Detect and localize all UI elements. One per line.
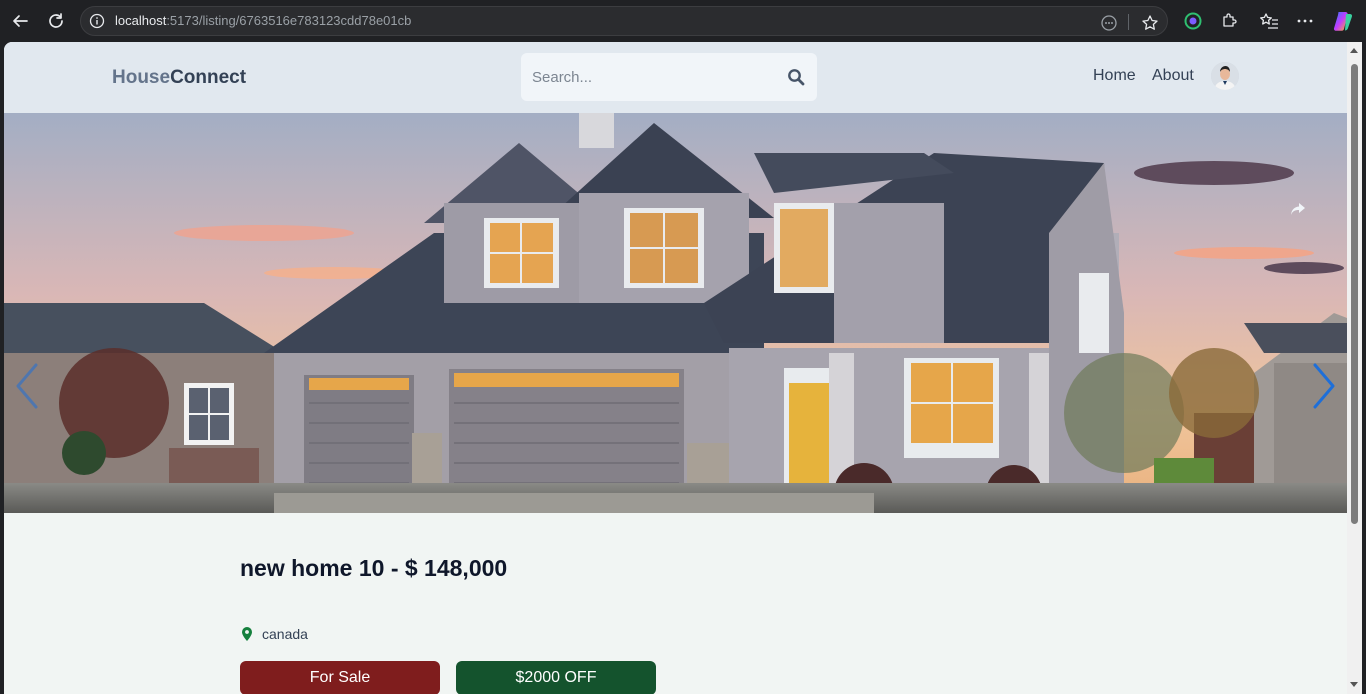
copilot-icon[interactable]: [1332, 10, 1354, 32]
reading-mode-icon[interactable]: [1100, 14, 1118, 32]
back-icon[interactable]: [6, 7, 34, 35]
listing-image-carousel: [4, 113, 1347, 513]
search-input[interactable]: [532, 65, 772, 89]
location-pin-icon: [242, 627, 252, 641]
search-form: [521, 53, 817, 101]
address-bar[interactable]: localhost:5173/listing/6763516e783123cdd…: [80, 6, 1168, 36]
listing-title: new home 10 - $ 148,000: [240, 555, 508, 581]
logo-connect: Connect: [170, 67, 247, 88]
listing-location: canada: [240, 626, 308, 642]
scroll-down-icon[interactable]: [1350, 682, 1358, 687]
scroll-up-icon[interactable]: [1350, 48, 1358, 53]
url-text: localhost:5173/listing/6763516e783123cdd…: [115, 13, 411, 28]
search-icon[interactable]: [787, 68, 805, 86]
carousel-prev-arrow-icon[interactable]: [12, 361, 42, 411]
avatar[interactable]: [1211, 62, 1239, 90]
location-text: canada: [262, 626, 308, 642]
site-header: HouseConnect Home About: [4, 42, 1347, 113]
carousel-next-arrow-icon[interactable]: [1309, 361, 1339, 411]
url-path: :5173/listing/6763516e783123cdd78e01cb: [166, 13, 412, 28]
url-host: localhost: [115, 13, 167, 28]
nav-about-link[interactable]: About: [1152, 67, 1194, 85]
browser-toolbar: localhost:5173/listing/6763516e783123cdd…: [0, 0, 1366, 42]
page-viewport: HouseConnect Home About: [4, 42, 1347, 694]
house-photo: [4, 113, 1347, 513]
more-menu-icon[interactable]: [1294, 10, 1316, 32]
scrollbar-thumb[interactable]: [1351, 64, 1358, 524]
favorite-star-icon[interactable]: [1141, 14, 1159, 32]
share-icon[interactable]: [1286, 197, 1310, 221]
site-info-icon[interactable]: [89, 13, 105, 29]
listing-type-badge: For Sale: [240, 661, 440, 694]
extension-green-icon[interactable]: [1182, 10, 1204, 32]
nav-home-link[interactable]: Home: [1093, 67, 1136, 85]
url-divider: [1128, 14, 1129, 30]
discount-badge: $2000 OFF: [456, 661, 656, 694]
reload-icon[interactable]: [42, 7, 70, 35]
logo[interactable]: HouseConnect: [112, 67, 246, 89]
favorites-list-icon[interactable]: [1258, 10, 1280, 32]
logo-house: House: [112, 67, 171, 88]
extensions-puzzle-icon[interactable]: [1218, 10, 1240, 32]
page-scrollbar[interactable]: [1347, 42, 1362, 694]
